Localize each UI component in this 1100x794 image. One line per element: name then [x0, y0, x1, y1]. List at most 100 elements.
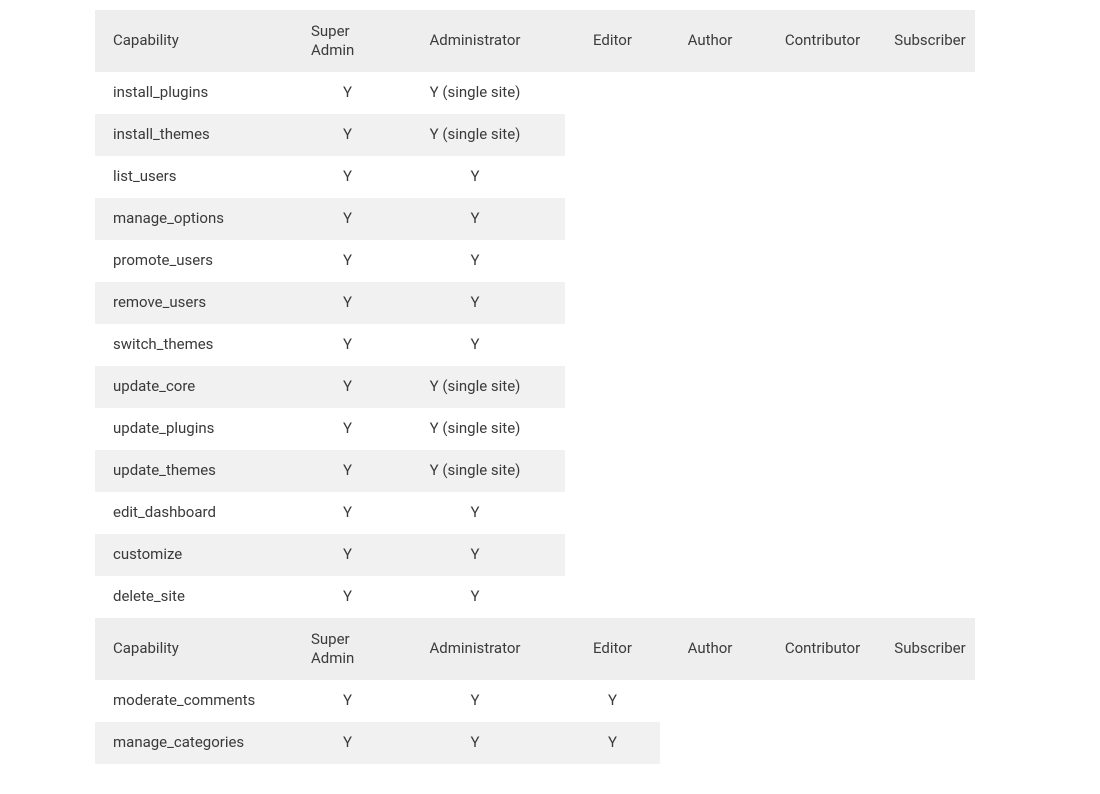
- cell-adm: Y (single site): [385, 450, 565, 492]
- cell-cap: list_users: [95, 156, 310, 198]
- cell-adm: Y: [385, 680, 565, 722]
- cell-su: [885, 534, 975, 576]
- table-row: customizeYY: [95, 534, 975, 576]
- column-header-super-admin-label: Super Admin: [311, 22, 354, 61]
- cell-co: [760, 680, 885, 722]
- cell-ed: Y: [565, 680, 660, 722]
- capabilities-table: CapabilitySuper AdminAdministratorEditor…: [95, 10, 975, 764]
- cell-au: [660, 534, 760, 576]
- cell-ed: [565, 450, 660, 492]
- cell-ed: [565, 324, 660, 366]
- cell-cap: update_themes: [95, 450, 310, 492]
- cell-su: [885, 680, 975, 722]
- cell-sa: Y: [310, 72, 385, 114]
- table-row: promote_usersYY: [95, 240, 975, 282]
- cell-co: [760, 366, 885, 408]
- column-header-editor: Editor: [565, 10, 660, 72]
- table-row: list_usersYY: [95, 156, 975, 198]
- cell-au: [660, 576, 760, 618]
- cell-sa: Y: [310, 680, 385, 722]
- cell-cap: remove_users: [95, 282, 310, 324]
- cell-ed: [565, 576, 660, 618]
- cell-adm: Y: [385, 198, 565, 240]
- column-header-editor: Editor: [565, 618, 660, 680]
- cell-adm: Y (single site): [385, 72, 565, 114]
- table-row: remove_usersYY: [95, 282, 975, 324]
- cell-au: [660, 680, 760, 722]
- cell-cap: update_core: [95, 366, 310, 408]
- table-row: edit_dashboardYY: [95, 492, 975, 534]
- cell-su: [885, 156, 975, 198]
- column-header-author: Author: [660, 618, 760, 680]
- cell-au: [660, 114, 760, 156]
- cell-su: [885, 324, 975, 366]
- cell-cap: switch_themes: [95, 324, 310, 366]
- cell-co: [760, 72, 885, 114]
- cell-sa: Y: [310, 114, 385, 156]
- cell-au: [660, 156, 760, 198]
- table-row: install_pluginsYY (single site): [95, 72, 975, 114]
- table-row: install_themesYY (single site): [95, 114, 975, 156]
- table-row: manage_optionsYY: [95, 198, 975, 240]
- cell-su: [885, 72, 975, 114]
- cell-au: [660, 72, 760, 114]
- cell-cap: manage_options: [95, 198, 310, 240]
- cell-adm: Y (single site): [385, 114, 565, 156]
- cell-cap: edit_dashboard: [95, 492, 310, 534]
- cell-ed: [565, 366, 660, 408]
- cell-ed: [565, 72, 660, 114]
- cell-co: [760, 114, 885, 156]
- table-row: update_pluginsYY (single site): [95, 408, 975, 450]
- cell-adm: Y (single site): [385, 366, 565, 408]
- cell-ed: [565, 534, 660, 576]
- column-header-contributor: Contributor: [760, 10, 885, 72]
- cell-cap: customize: [95, 534, 310, 576]
- cell-adm: Y: [385, 282, 565, 324]
- cell-co: [760, 492, 885, 534]
- cell-adm: Y: [385, 156, 565, 198]
- column-header-capability: Capability: [95, 10, 310, 72]
- cell-su: [885, 114, 975, 156]
- cell-ed: [565, 282, 660, 324]
- cell-ed: [565, 492, 660, 534]
- cell-co: [760, 282, 885, 324]
- cell-adm: Y: [385, 324, 565, 366]
- cell-co: [760, 408, 885, 450]
- cell-sa: Y: [310, 576, 385, 618]
- column-header-super-admin-label: Super Admin: [311, 630, 354, 669]
- cell-sa: Y: [310, 450, 385, 492]
- cell-su: [885, 450, 975, 492]
- cell-au: [660, 450, 760, 492]
- cell-ed: [565, 198, 660, 240]
- cell-adm: Y: [385, 534, 565, 576]
- cell-au: [660, 240, 760, 282]
- cell-su: [885, 240, 975, 282]
- column-header-super_admin: Super Admin: [310, 10, 385, 72]
- cell-sa: Y: [310, 534, 385, 576]
- cell-au: [660, 408, 760, 450]
- cell-au: [660, 492, 760, 534]
- cell-au: [660, 324, 760, 366]
- cell-sa: Y: [310, 492, 385, 534]
- cell-co: [760, 450, 885, 492]
- cell-sa: Y: [310, 408, 385, 450]
- cell-sa: Y: [310, 366, 385, 408]
- cell-su: [885, 408, 975, 450]
- table-row: moderate_commentsYYY: [95, 680, 975, 722]
- cell-au: [660, 282, 760, 324]
- column-header-administrator: Administrator: [385, 618, 565, 680]
- cell-co: [760, 156, 885, 198]
- cell-adm: Y: [385, 492, 565, 534]
- cell-sa: Y: [310, 240, 385, 282]
- column-header-contributor: Contributor: [760, 618, 885, 680]
- column-header-super_admin: Super Admin: [310, 618, 385, 680]
- table-row: update_coreYY (single site): [95, 366, 975, 408]
- column-header-author: Author: [660, 10, 760, 72]
- table-row: switch_themesYY: [95, 324, 975, 366]
- column-header-subscriber: Subscriber: [885, 10, 975, 72]
- cell-ed: [565, 408, 660, 450]
- cell-au: [660, 366, 760, 408]
- cell-co: [760, 198, 885, 240]
- column-header-capability: Capability: [95, 618, 310, 680]
- cell-cap: moderate_comments: [95, 680, 310, 722]
